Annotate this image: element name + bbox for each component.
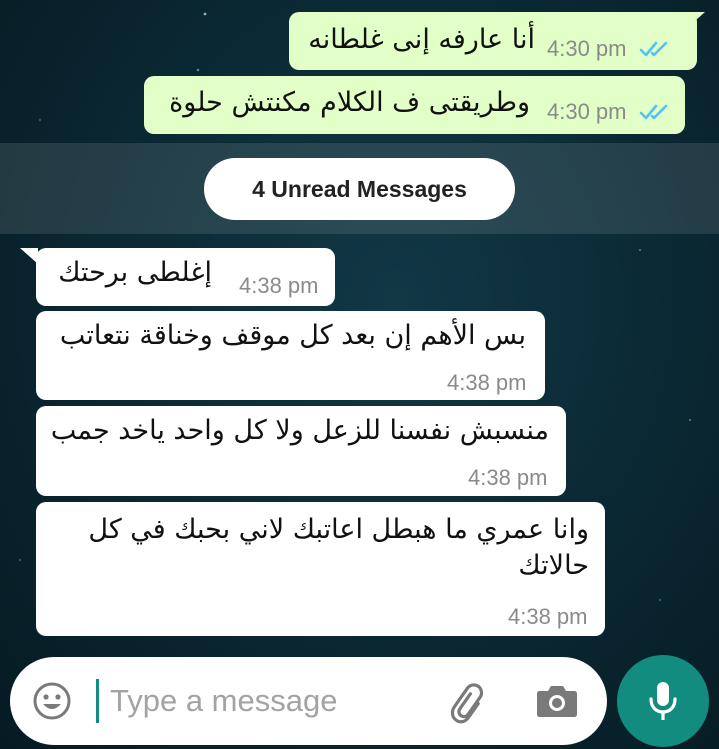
- message-time: 4:38 pm: [447, 370, 527, 395]
- message-text: بس الأهم إن بعد كل موقف وخناقة نتعاتب: [59, 320, 526, 351]
- double-check-icon: [639, 104, 668, 120]
- unread-messages-badge: 4 Unread Messages: [204, 158, 515, 220]
- incoming-message[interactable]: إغلطى برحتك 4:38 pm: [36, 248, 335, 306]
- bubble-tail: [687, 12, 705, 28]
- message-time: 4:38 pm: [239, 273, 319, 298]
- unread-label: 4 Unread Messages: [252, 175, 467, 202]
- paperclip-icon[interactable]: [448, 681, 492, 725]
- text-cursor: [96, 679, 99, 723]
- message-time: 4:38 pm: [468, 465, 548, 490]
- message-text: أنا عارفه إنى غلطانه: [308, 24, 535, 55]
- message-input[interactable]: [110, 679, 440, 723]
- message-time: 4:30 pm: [547, 36, 627, 61]
- message-composer: [10, 657, 607, 745]
- incoming-message[interactable]: منسبش نفسنا للزعل ولا كل واحد ياخد جمب 4…: [36, 406, 566, 496]
- incoming-message[interactable]: بس الأهم إن بعد كل موقف وخناقة نتعاتب 4:…: [36, 311, 545, 400]
- emoji-icon[interactable]: [31, 680, 73, 722]
- double-check-icon: [639, 41, 668, 57]
- outgoing-message[interactable]: وطريقتى ف الكلام مكنتش حلوة 4:30 pm: [144, 76, 685, 134]
- message-text: إغلطى برحتك: [58, 257, 212, 288]
- message-text: وانا عمري ما هبطل اعاتبك لاني بحبك في كل…: [88, 514, 589, 581]
- incoming-message[interactable]: وانا عمري ما هبطل اعاتبك لاني بحبك في كل…: [36, 502, 605, 636]
- camera-icon[interactable]: [536, 681, 578, 719]
- message-time: 4:30 pm: [547, 99, 627, 124]
- outgoing-message[interactable]: أنا عارفه إنى غلطانه 4:30 pm: [289, 12, 697, 70]
- message-text: منسبش نفسنا للزعل ولا كل واحد ياخد جمب: [50, 415, 549, 446]
- message-time: 4:38 pm: [508, 604, 588, 629]
- voice-record-button[interactable]: [617, 655, 709, 747]
- message-text: وطريقتى ف الكلام مكنتش حلوة: [169, 87, 530, 118]
- microphone-icon: [649, 682, 677, 720]
